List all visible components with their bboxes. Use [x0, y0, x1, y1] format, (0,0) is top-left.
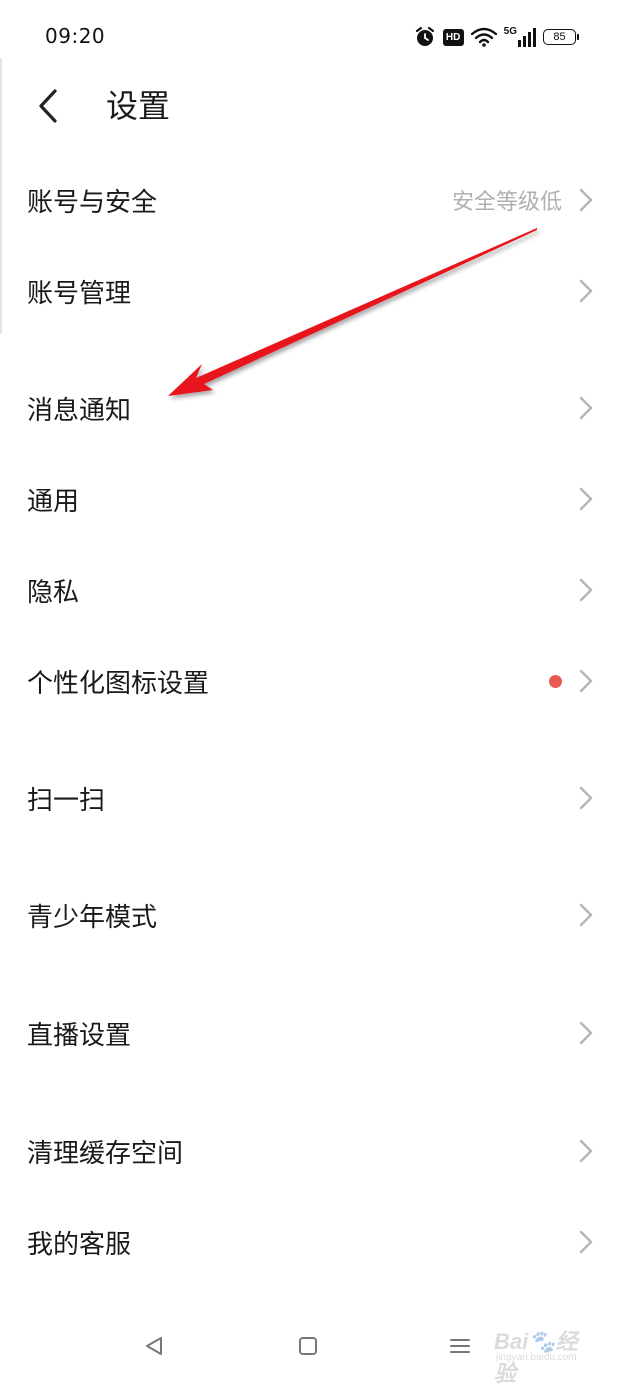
chevron-right-icon — [579, 188, 593, 212]
chevron-right-icon — [579, 279, 593, 303]
settings-item-label: 账号管理 — [27, 278, 132, 309]
triangle-back-icon — [146, 1337, 162, 1355]
status-icons: HD 5G 85 — [414, 24, 579, 50]
settings-item-label: 清理缓存空间 — [27, 1138, 184, 1169]
chevron-right-icon — [579, 903, 593, 927]
settings-item-privacy[interactable]: 隐私 — [0, 550, 620, 630]
chevron-right-icon — [579, 786, 593, 810]
app-header: 设置 — [0, 76, 620, 136]
settings-item-label: 我的客服 — [27, 1229, 132, 1260]
chevron-right-icon — [579, 396, 593, 420]
chevron-left-icon — [39, 89, 57, 123]
alarm-clock-icon — [414, 26, 436, 48]
settings-item-label: 青少年模式 — [27, 902, 158, 933]
square-home-icon — [299, 1337, 317, 1355]
settings-item-account-security[interactable]: 账号与安全 安全等级低 — [0, 160, 620, 240]
nav-home-button[interactable] — [288, 1326, 328, 1366]
system-nav-bar: Bai🐾经验 jingyan.baidu.com — [0, 1310, 620, 1386]
menu-recents-icon — [450, 1339, 470, 1353]
back-button[interactable] — [28, 82, 68, 130]
settings-item-label: 账号与安全 — [27, 187, 158, 218]
status-time: 09:20 — [45, 24, 106, 48]
chevron-right-icon — [579, 669, 593, 693]
hd-voice-icon: HD — [442, 28, 464, 46]
nav-recents-button[interactable] — [440, 1326, 480, 1366]
battery-icon: 85 — [543, 29, 579, 45]
security-level-value: 安全等级低 — [451, 190, 562, 215]
settings-item-label: 隐私 — [27, 577, 80, 608]
signal-strength-icon — [518, 27, 536, 47]
settings-item-teen-mode[interactable]: 青少年模式 — [0, 875, 620, 955]
settings-item-custom-icon[interactable]: 个性化图标设置 — [0, 641, 620, 721]
settings-item-general[interactable]: 通用 — [0, 459, 620, 539]
status-bar: 09:20 HD 5G 85 — [0, 0, 620, 76]
settings-item-account-management[interactable]: 账号管理 — [0, 251, 620, 331]
chevron-right-icon — [579, 1021, 593, 1045]
baidu-jingyan-watermark: Bai🐾经验 jingyan.baidu.com — [476, 1322, 586, 1386]
settings-item-scan[interactable]: 扫一扫 — [0, 758, 620, 838]
settings-item-label: 扫一扫 — [27, 785, 106, 816]
network-type-label: 5G — [503, 25, 517, 37]
chevron-right-icon — [579, 487, 593, 511]
chevron-right-icon — [579, 1230, 593, 1254]
settings-item-label: 个性化图标设置 — [27, 668, 210, 699]
settings-item-notifications[interactable]: 消息通知 — [0, 368, 620, 448]
settings-item-customer-service[interactable]: 我的客服 — [0, 1202, 620, 1282]
chevron-right-icon — [579, 578, 593, 602]
settings-item-label: 通用 — [27, 486, 80, 517]
settings-item-live-settings[interactable]: 直播设置 — [0, 993, 620, 1073]
page-title: 设置 — [106, 87, 171, 125]
settings-item-label: 消息通知 — [27, 395, 132, 426]
settings-item-clear-cache[interactable]: 清理缓存空间 — [0, 1111, 620, 1191]
wifi-icon — [470, 27, 497, 47]
new-badge-dot — [549, 674, 562, 688]
settings-item-label: 直播设置 — [27, 1020, 132, 1051]
chevron-right-icon — [579, 1139, 593, 1163]
paw-icon: 🐾 — [528, 1329, 556, 1354]
watermark-url: jingyan.baidu.com — [496, 1352, 577, 1363]
nav-back-button[interactable] — [134, 1326, 174, 1366]
